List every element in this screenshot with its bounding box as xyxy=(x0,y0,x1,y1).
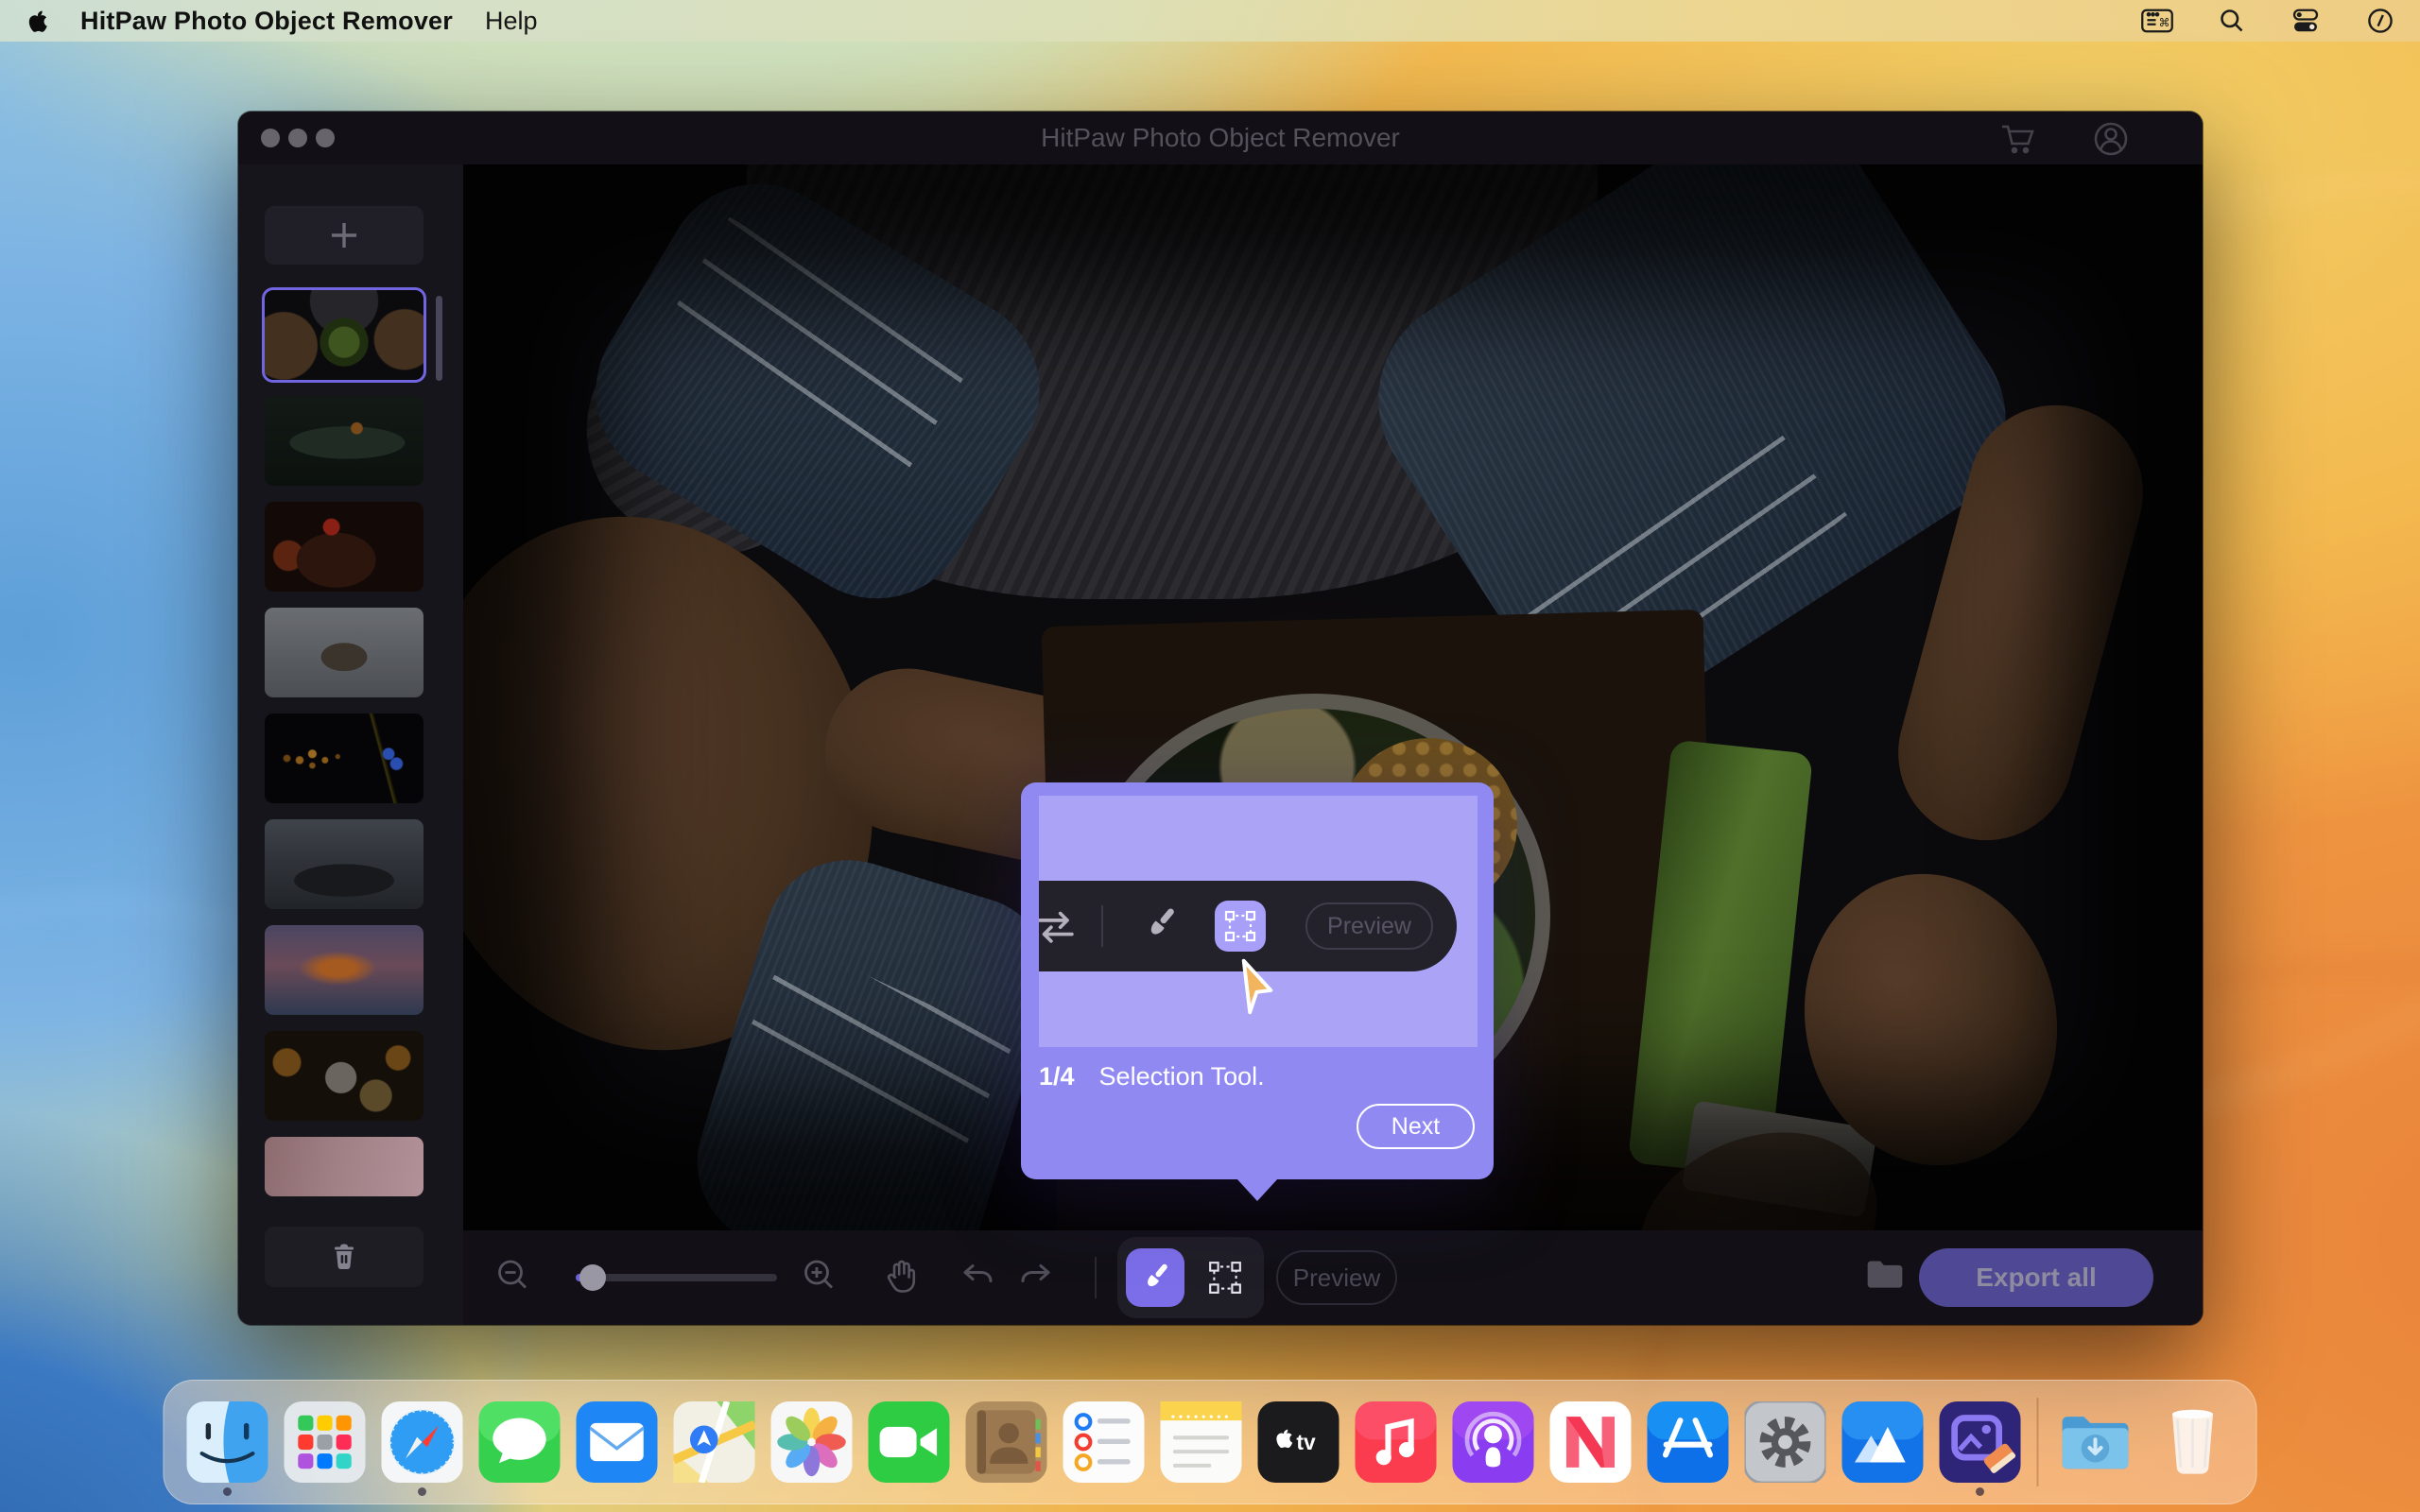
window-titlebar[interactable]: HitPaw Photo Object Remover xyxy=(238,112,2203,164)
zoom-slider[interactable] xyxy=(576,1264,777,1291)
tutorial-label: Selection Tool. xyxy=(1098,1062,1265,1091)
clock-icon[interactable] xyxy=(2365,6,2395,36)
thumbnail-raccoon[interactable] xyxy=(265,1031,424,1121)
add-image-button[interactable] xyxy=(265,206,424,265)
dock-maps-icon[interactable] xyxy=(673,1401,755,1483)
dock-tv-icon[interactable]: tv xyxy=(1257,1401,1340,1483)
undo-icon[interactable] xyxy=(960,1260,996,1297)
thumbnail-pink-room[interactable] xyxy=(265,1137,424,1196)
mini-preview-button: Preview xyxy=(1305,902,1433,950)
control-center-icon[interactable] xyxy=(2290,7,2322,35)
brush-tool-button[interactable] xyxy=(1126,1248,1184,1307)
dock-notes-icon[interactable] xyxy=(1160,1401,1242,1483)
zoom-slider-knob[interactable] xyxy=(579,1264,606,1291)
dock: tv xyxy=(163,1380,2257,1504)
menubar-help[interactable]: Help xyxy=(485,7,538,36)
tutorial-step: 1/4 xyxy=(1039,1062,1075,1091)
thumbnail-salad-bowl[interactable] xyxy=(262,287,426,383)
svg-text:tv: tv xyxy=(1296,1430,1316,1454)
popup-tail xyxy=(1236,1178,1278,1201)
next-button[interactable]: Next xyxy=(1357,1104,1475,1149)
dock-app-store-icon[interactable] xyxy=(1647,1401,1729,1483)
dock-podcasts-icon[interactable] xyxy=(1452,1401,1534,1483)
zoom-out-icon[interactable] xyxy=(494,1257,532,1299)
apple-menu-icon[interactable] xyxy=(25,7,48,35)
redo-icon[interactable] xyxy=(1017,1260,1053,1297)
dock-divider xyxy=(2036,1398,2039,1486)
tutorial-screenshot-panel: Preview xyxy=(1039,796,1478,1047)
folder-icon[interactable] xyxy=(1864,1255,1906,1297)
spotlight-search-icon[interactable] xyxy=(2218,7,2246,35)
cursor-pointer-icon xyxy=(1233,956,1282,1022)
dock-music-icon[interactable] xyxy=(1355,1401,1437,1483)
selection-tool-button[interactable] xyxy=(1207,1260,1243,1296)
dock-safari-icon[interactable] xyxy=(381,1401,463,1483)
zoom-button[interactable] xyxy=(316,129,335,147)
mini-toolbar-divider xyxy=(1101,905,1103,947)
dock-launchpad-icon[interactable] xyxy=(284,1401,366,1483)
dock-trash-icon[interactable] xyxy=(2152,1401,2234,1483)
dock-finder-icon[interactable] xyxy=(186,1401,268,1483)
menubar-app-name[interactable]: HitPaw Photo Object Remover xyxy=(80,7,453,36)
delete-image-button[interactable] xyxy=(265,1227,424,1287)
dock-reminders-icon[interactable] xyxy=(1063,1401,1145,1483)
cart-icon[interactable] xyxy=(1998,120,2038,163)
dock-downloads-icon[interactable] xyxy=(2055,1401,2136,1483)
dock-messages-icon[interactable] xyxy=(478,1401,561,1483)
dock-hitpaw-icon[interactable] xyxy=(1939,1401,2021,1483)
brush-icon xyxy=(1139,903,1181,950)
dock-system-settings-icon[interactable] xyxy=(1744,1401,1826,1483)
window-title: HitPaw Photo Object Remover xyxy=(1041,123,1400,152)
traffic-lights xyxy=(261,129,335,147)
command-window-icon[interactable]: ⌘ xyxy=(2140,7,2174,35)
menu-bar: HitPaw Photo Object Remover Help ⌘ xyxy=(0,0,2420,42)
thumbnail-list xyxy=(238,287,463,1196)
thumbnail-tank[interactable] xyxy=(265,396,424,486)
dock-mountains-app-icon[interactable] xyxy=(1841,1401,1924,1483)
preview-button[interactable]: Preview xyxy=(1276,1250,1397,1305)
tutorial-caption: 1/4 Selection Tool. xyxy=(1039,1062,1474,1091)
hand-icon[interactable] xyxy=(882,1256,922,1300)
thumbnail-sunset-snow[interactable] xyxy=(265,925,424,1015)
tool-group xyxy=(1117,1237,1264,1318)
account-icon[interactable] xyxy=(2091,119,2131,163)
thumbnail-car-city[interactable] xyxy=(265,819,424,909)
tutorial-popup: Preview 1/4 Selection Tool. Next xyxy=(1021,782,1494,1201)
dock-news-icon[interactable] xyxy=(1549,1401,1632,1483)
export-all-button[interactable]: Export all xyxy=(1919,1248,2153,1307)
zoom-in-icon[interactable] xyxy=(801,1257,838,1299)
thumbnail-snow-animal[interactable] xyxy=(265,608,424,697)
selection-tool-highlighted xyxy=(1215,901,1266,952)
thumbnail-sidebar xyxy=(238,164,463,1325)
svg-text:⌘: ⌘ xyxy=(2159,16,2170,29)
compare-icon xyxy=(1039,905,1080,952)
dock-facetime-icon[interactable] xyxy=(868,1401,950,1483)
bottom-toolbar: Preview Export all xyxy=(463,1230,2203,1325)
toolbar-divider xyxy=(1095,1257,1097,1298)
thumbnail-red-figure[interactable] xyxy=(265,502,424,592)
thumbnail-night-lights[interactable] xyxy=(265,713,424,803)
sidebar-scrollbar[interactable] xyxy=(436,296,442,381)
dock-photos-icon[interactable] xyxy=(770,1401,853,1483)
minimize-button[interactable] xyxy=(288,129,307,147)
dock-mail-icon[interactable] xyxy=(576,1401,658,1483)
dock-contacts-icon[interactable] xyxy=(965,1401,1047,1483)
close-button[interactable] xyxy=(261,129,280,147)
